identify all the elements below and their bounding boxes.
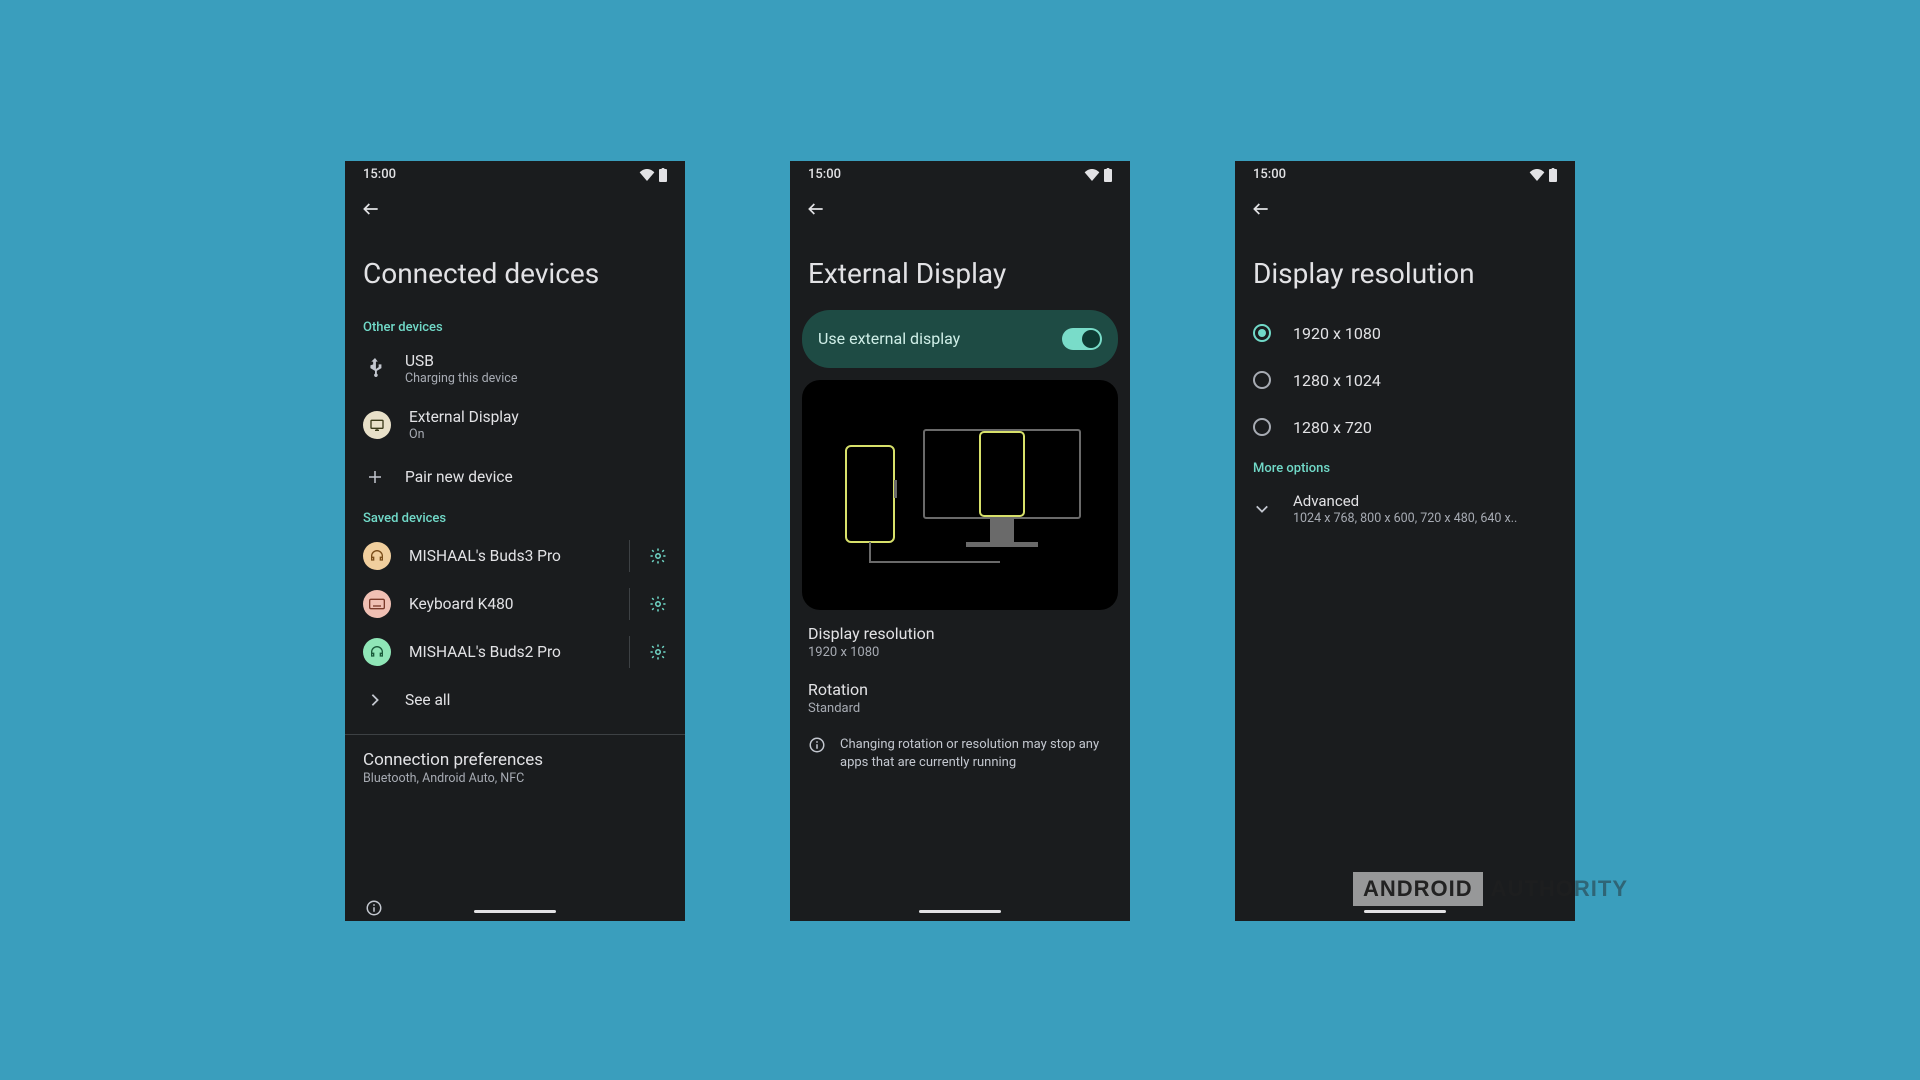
gesture-bar — [1364, 910, 1446, 913]
wifi-icon — [639, 169, 655, 181]
headphones-icon — [363, 638, 391, 666]
setting-sub: Standard — [808, 701, 1112, 716]
radio-label: 1920 x 1080 — [1293, 324, 1381, 343]
headphones-icon — [363, 542, 391, 570]
status-icons — [639, 168, 667, 182]
status-bar: 15:00 — [1235, 161, 1575, 189]
status-time: 15:00 — [1253, 167, 1286, 182]
wifi-icon — [1529, 169, 1545, 181]
status-time: 15:00 — [808, 167, 841, 182]
advanced-title: Advanced — [1293, 492, 1517, 512]
arrow-left-icon — [1251, 199, 1271, 219]
back-button[interactable] — [359, 197, 383, 221]
usb-icon — [363, 357, 387, 381]
info-note: Changing rotation or resolution may stop… — [790, 722, 1130, 786]
advanced-sub: 1024 x 768, 800 x 600, 720 x 480, 640 x.… — [1293, 511, 1517, 527]
switch[interactable] — [1062, 328, 1102, 350]
back-button[interactable] — [1249, 197, 1273, 221]
row-title: USB — [405, 351, 667, 371]
page-title: Connected devices — [345, 221, 685, 310]
watermark-box: ANDROID — [1353, 872, 1483, 906]
screen-display-resolution: 15:00 Display resolution 1920 x 1080 128… — [1235, 161, 1575, 921]
status-icons — [1529, 168, 1557, 182]
page-title: External Display — [790, 221, 1130, 310]
setting-title: Rotation — [808, 680, 1112, 699]
status-bar: 15:00 — [790, 161, 1130, 189]
chevron-right-icon — [363, 688, 387, 712]
row-sub: Charging this device — [405, 371, 667, 387]
setting-title: Display resolution — [808, 624, 1112, 643]
battery-icon — [1549, 168, 1557, 182]
row-external-display[interactable]: External Display On — [345, 397, 685, 453]
radio-option-1[interactable]: 1280 x 1024 — [1235, 357, 1575, 404]
gear-icon — [649, 643, 667, 661]
watermark: ANDROID AUTHORITY — [1353, 872, 1628, 906]
info-icon — [365, 899, 383, 921]
section-label-other: Other devices — [345, 310, 685, 341]
row-sub: On — [409, 427, 667, 443]
row-advanced[interactable]: Advanced 1024 x 768, 800 x 600, 720 x 48… — [1235, 482, 1575, 538]
row-sub: Bluetooth, Android Auto, NFC — [363, 771, 667, 787]
section-label-saved: Saved devices — [345, 501, 685, 532]
setting-sub: 1920 x 1080 — [808, 645, 1112, 660]
switch-knob — [1082, 330, 1100, 348]
device-settings-button[interactable] — [629, 588, 685, 620]
gear-icon — [649, 547, 667, 565]
toggle-label: Use external display — [818, 329, 960, 348]
radio-label: 1280 x 720 — [1293, 418, 1372, 437]
display-illustration — [802, 380, 1118, 610]
back-button[interactable] — [804, 197, 828, 221]
radio-option-2[interactable]: 1280 x 720 — [1235, 404, 1575, 451]
radio-icon — [1253, 371, 1271, 389]
keyboard-icon — [363, 590, 391, 618]
row-saved-device-1[interactable]: Keyboard K480 — [345, 580, 685, 628]
device-name: MISHAAL's Buds3 Pro — [409, 546, 611, 566]
row-title: Pair new device — [405, 467, 667, 487]
radio-icon — [1253, 324, 1271, 342]
row-see-all[interactable]: See all — [345, 676, 685, 724]
arrow-left-icon — [361, 199, 381, 219]
row-pair-new-device[interactable]: Pair new device — [345, 453, 685, 501]
device-settings-button[interactable] — [629, 540, 685, 572]
device-name: Keyboard K480 — [409, 594, 611, 614]
row-title: External Display — [409, 407, 667, 427]
gesture-bar — [919, 910, 1001, 913]
row-connection-preferences[interactable]: Connection preferences Bluetooth, Androi… — [345, 735, 685, 801]
gear-icon — [649, 595, 667, 613]
wifi-icon — [1084, 169, 1100, 181]
gesture-bar — [474, 910, 556, 913]
status-icons — [1084, 168, 1112, 182]
page-title: Display resolution — [1235, 221, 1575, 310]
monitor-icon — [363, 411, 391, 439]
row-saved-device-0[interactable]: MISHAAL's Buds3 Pro — [345, 532, 685, 580]
row-rotation[interactable]: Rotation Standard — [790, 666, 1130, 722]
screen-external-display: 15:00 External Display Use external disp… — [790, 161, 1130, 921]
device-name: MISHAAL's Buds2 Pro — [409, 642, 611, 662]
radio-option-0[interactable]: 1920 x 1080 — [1235, 310, 1575, 357]
battery-icon — [659, 168, 667, 182]
battery-icon — [1104, 168, 1112, 182]
row-title: See all — [405, 690, 667, 710]
arrow-left-icon — [806, 199, 826, 219]
watermark-plain: AUTHORITY — [1491, 876, 1628, 902]
chevron-down-icon — [1253, 504, 1271, 514]
row-saved-device-2[interactable]: MISHAAL's Buds2 Pro — [345, 628, 685, 676]
radio-label: 1280 x 1024 — [1293, 371, 1381, 390]
row-display-resolution[interactable]: Display resolution 1920 x 1080 — [790, 610, 1130, 666]
row-usb[interactable]: USB Charging this device — [345, 341, 685, 397]
status-bar: 15:00 — [345, 161, 685, 189]
radio-icon — [1253, 418, 1271, 436]
plus-icon — [363, 465, 387, 489]
row-title: Connection preferences — [363, 749, 667, 771]
status-time: 15:00 — [363, 167, 396, 182]
section-label-more-options: More options — [1235, 451, 1575, 482]
toggle-use-external-display[interactable]: Use external display — [802, 310, 1118, 368]
screen-connected-devices: 15:00 Connected devices Other devices US… — [345, 161, 685, 921]
device-settings-button[interactable] — [629, 636, 685, 668]
info-text: Changing rotation or resolution may stop… — [840, 736, 1112, 772]
info-icon — [808, 736, 826, 758]
